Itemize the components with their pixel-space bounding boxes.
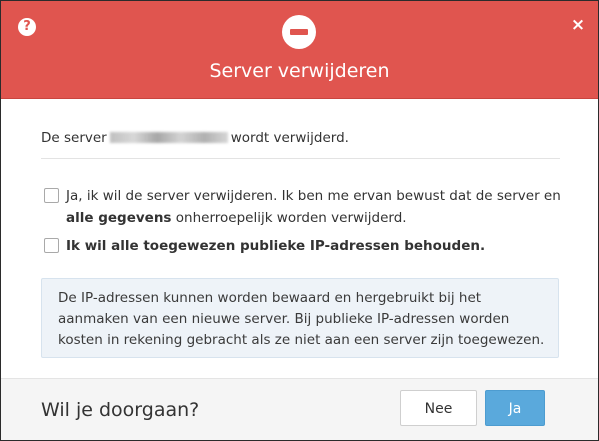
delete-server-dialog: ? × Server verwijderen De server wordt ve… — [0, 0, 599, 441]
close-icon[interactable]: × — [570, 14, 586, 36]
message-suffix: wordt verwijderd. — [230, 130, 349, 146]
redacted-server-name — [109, 132, 228, 143]
confirm-text-start: Ja, ik wil de server verwijderen. Ik ben… — [66, 188, 561, 204]
yes-button[interactable]: Ja — [485, 390, 545, 426]
keep-ips-checkbox[interactable] — [44, 238, 59, 253]
divider — [41, 158, 560, 159]
dialog-title: Server verwijderen — [209, 60, 390, 82]
dialog-header: ? × Server verwijderen — [1, 1, 598, 99]
info-box: De IP-adressen kunnen worden bewaard en … — [41, 278, 559, 358]
info-text: De IP-adressen kunnen worden bewaard en … — [58, 290, 545, 348]
dialog-footer: Wil je doorgaan? Nee Ja — [1, 378, 598, 440]
confirm-text-end: onherroepelijk worden verwijderd. — [175, 210, 407, 226]
keep-ips-label[interactable]: Ik wil alle toegewezen publieke IP-adres… — [66, 235, 561, 257]
confirm-delete-checkbox[interactable] — [44, 188, 59, 203]
no-button[interactable]: Nee — [400, 390, 477, 426]
delete-message: De server wordt verwijderd. — [41, 128, 561, 148]
question-circle-icon[interactable]: ? — [18, 18, 36, 36]
minus-bar — [290, 29, 308, 35]
minus-circle-icon — [282, 15, 316, 49]
confirm-delete-label[interactable]: Ja, ik wil de server verwijderen. Ik ben… — [66, 185, 561, 229]
confirm-question: Wil je doorgaan? — [41, 399, 200, 421]
confirm-text-bold: alle gegevens — [66, 210, 172, 226]
message-prefix: De server — [41, 130, 107, 146]
